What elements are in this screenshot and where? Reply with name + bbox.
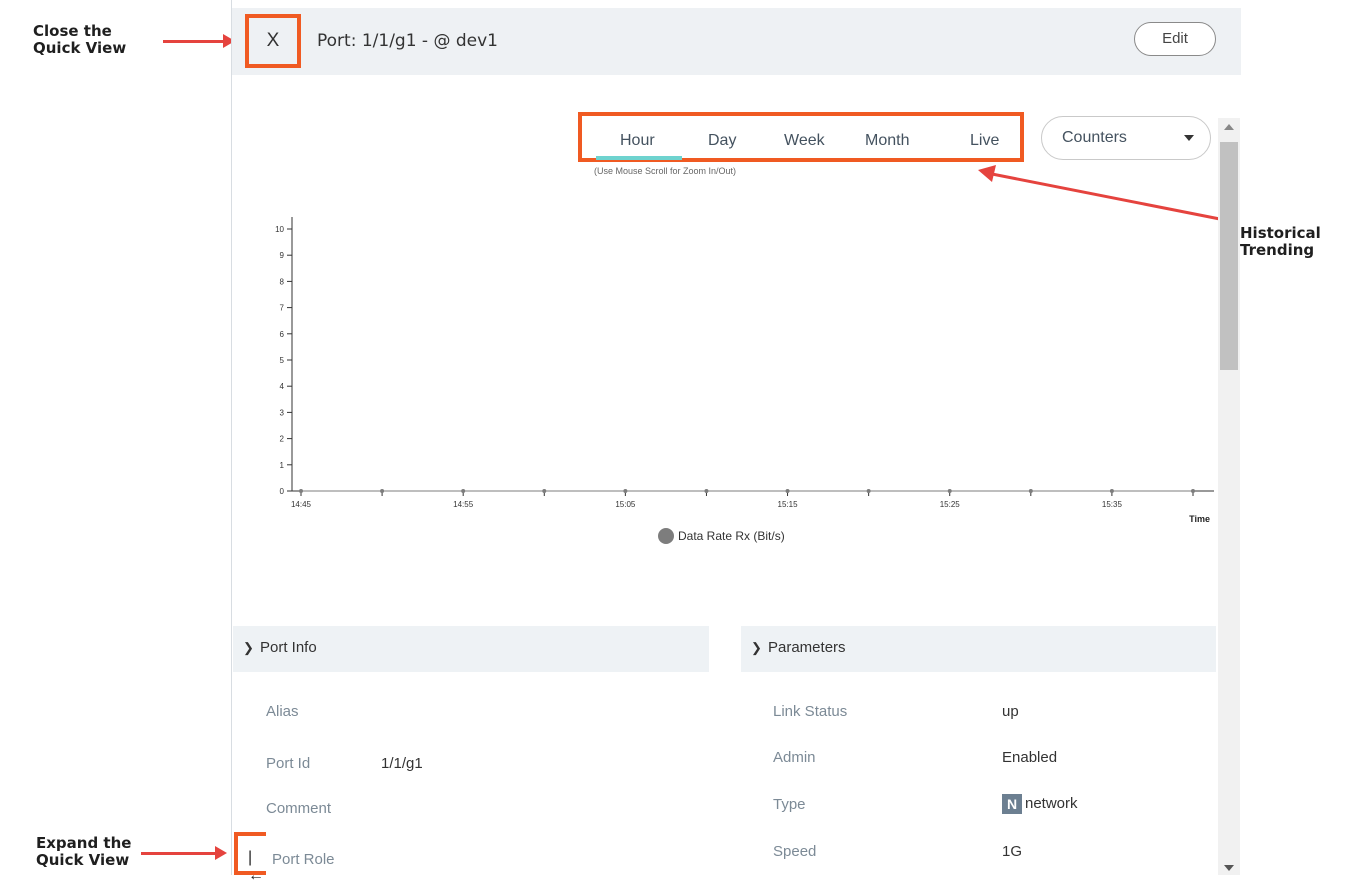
data-point (1191, 489, 1195, 493)
field-label-admin: Admin (773, 749, 816, 766)
field-label-port-role: Port Role (272, 851, 335, 868)
y-tick-label: 3 (280, 408, 285, 417)
y-tick-label: 5 (280, 356, 285, 365)
data-point (461, 489, 466, 493)
legend-marker (658, 528, 674, 544)
field-label-alias: Alias (266, 703, 299, 720)
x-tick-label: 15:25 (940, 500, 961, 509)
field-value-admin: Enabled (1002, 749, 1058, 766)
y-tick-label: 7 (280, 304, 285, 313)
tab-week[interactable]: Week (784, 132, 825, 150)
y-tick-label: 8 (280, 277, 285, 286)
page-title: Port: 1/1/g1 - @ dev1 (317, 31, 498, 51)
data-point (947, 489, 952, 493)
field-label-port-id: Port Id (266, 755, 311, 772)
section-parameters[interactable]: ❯ Parameters (741, 626, 1216, 672)
y-tick-label: 9 (280, 251, 285, 260)
y-tick-label: 2 (280, 435, 285, 444)
zoom-hint: (Use Mouse Scroll for Zoom In/Out) (594, 166, 737, 176)
quick-view-panel: X Port: 1/1/g1 - @ dev1 Edit Hour Day We… (231, 0, 1242, 884)
field-value-type: Nnetwork (1002, 794, 1078, 814)
trend-chart: 0 1 2 3 4 5 6 7 8 9 10 14:45 14:55 15:05 15:15 15:25 15:… (275, 217, 1214, 524)
tab-live[interactable]: Live (970, 132, 999, 150)
edit-button[interactable]: Edit (1134, 22, 1216, 56)
data-point (1028, 489, 1033, 493)
field-label-comment: Comment (266, 800, 332, 817)
close-annotation: Close the Quick View (33, 22, 127, 57)
data-point (623, 489, 628, 493)
network-type-badge: N (1002, 794, 1022, 814)
x-tick-label: 15:35 (1102, 500, 1123, 509)
field-label-link-status: Link Status (773, 703, 848, 720)
chevron-down-icon: ❯ (243, 640, 254, 655)
y-tick-label: 6 (280, 330, 285, 339)
data-point (380, 489, 385, 493)
data-point (299, 489, 303, 493)
x-tick-label: 15:15 (778, 500, 799, 509)
data-point (866, 489, 871, 493)
tab-day[interactable]: Day (708, 132, 736, 150)
type-text: network (1025, 794, 1078, 812)
scrollbar[interactable] (1218, 118, 1240, 875)
metric-dropdown-value: Counters (1062, 129, 1127, 146)
expand-button[interactable]: |← (234, 832, 266, 884)
x-tick-label: 14:55 (453, 500, 474, 509)
y-tick-label: 0 (280, 487, 285, 496)
close-button[interactable]: X (245, 14, 301, 68)
data-point (704, 489, 709, 493)
close-annotation-arrow (163, 34, 235, 48)
data-point (1109, 489, 1114, 493)
section-title: Port Info (260, 639, 317, 656)
scroll-down-icon[interactable] (1224, 865, 1234, 871)
field-value-port-id: 1/1/g1 (381, 755, 423, 772)
field-label-speed: Speed (773, 843, 817, 860)
scroll-up-icon[interactable] (1224, 124, 1234, 130)
legend-label: Data Rate Rx (Bit/s) (678, 529, 785, 543)
tab-hour[interactable]: Hour (620, 132, 655, 150)
scrollbar-thumb[interactable] (1220, 142, 1238, 370)
metric-dropdown[interactable]: Counters (1041, 116, 1211, 160)
expand-left-icon: |← (248, 849, 264, 884)
quick-view-header: X Port: 1/1/g1 - @ dev1 Edit (232, 8, 1241, 75)
historical-annotation: Historical Trending (1240, 224, 1321, 259)
data-point (542, 489, 547, 493)
x-axis-label: Time (1189, 514, 1210, 524)
active-tab-indicator (596, 156, 682, 160)
expand-annotation-arrow (141, 846, 227, 860)
tab-month[interactable]: Month (865, 132, 909, 150)
field-label-type: Type (773, 796, 806, 813)
y-tick-label: 10 (275, 225, 284, 234)
expand-annotation: Expand the Quick View (36, 834, 132, 869)
section-port-info[interactable]: ❯ Port Info (233, 626, 709, 672)
chevron-down-icon (1184, 135, 1194, 141)
y-tick-label: 1 (280, 461, 285, 470)
field-value-speed: 1G (1002, 843, 1023, 860)
time-range-tabs: Hour Day Week Month Live (578, 112, 1024, 162)
y-tick-label: 4 (280, 382, 285, 391)
chevron-down-icon: ❯ (751, 640, 762, 655)
x-tick-label: 15:05 (615, 500, 636, 509)
chart-legend[interactable]: Data Rate Rx (Bit/s) (658, 528, 785, 544)
data-point (785, 489, 790, 493)
section-title: Parameters (768, 639, 846, 656)
field-value-link-status: up (1002, 703, 1019, 720)
x-tick-label: 14:45 (291, 500, 312, 509)
